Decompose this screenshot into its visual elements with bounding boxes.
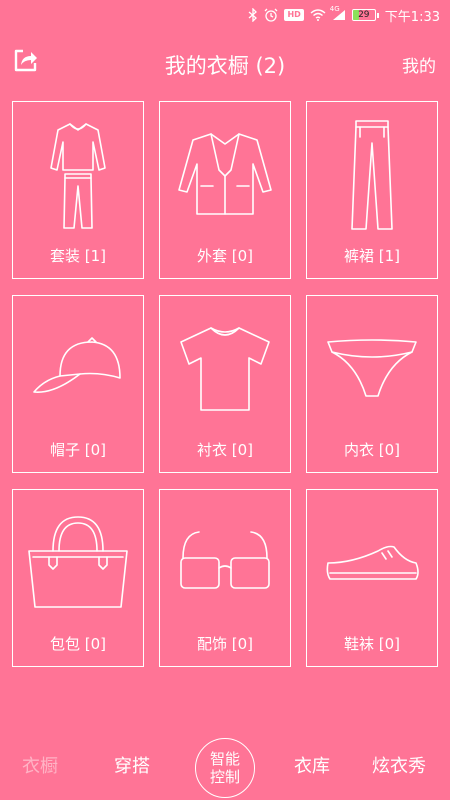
tab-outfit[interactable]: 穿搭 bbox=[114, 752, 150, 778]
header: 我的衣橱 (2) 我的 bbox=[0, 38, 450, 88]
category-card-cap[interactable]: 帽子 [0] bbox=[12, 295, 144, 473]
status-time: 下午1:33 bbox=[384, 9, 440, 25]
shoe-icon bbox=[326, 545, 419, 580]
tab-closet[interactable]: 衣库 bbox=[294, 752, 330, 778]
tshirt-icon bbox=[180, 327, 270, 411]
tab-show[interactable]: 炫衣秀 bbox=[372, 752, 426, 778]
wifi-icon bbox=[310, 9, 326, 21]
category-card-accessories[interactable]: 配饰 [0] bbox=[159, 489, 291, 667]
bottom-nav: 衣橱 穿搭 智能 控制 衣库 炫衣秀 bbox=[0, 730, 450, 800]
handbag-icon bbox=[28, 516, 128, 608]
category-label: 鞋袜 [0] bbox=[343, 635, 401, 653]
hd-icon: HD bbox=[284, 9, 304, 21]
smart-control-line1: 智能 bbox=[209, 750, 240, 768]
category-card-pants[interactable]: 裤裙 [1] bbox=[306, 101, 438, 279]
category-label: 帽子 [0] bbox=[49, 441, 107, 459]
signal-icon: 4G bbox=[330, 5, 346, 21]
category-label: 衬衣 [0] bbox=[196, 441, 254, 459]
bluetooth-icon bbox=[248, 8, 258, 22]
category-card-bag[interactable]: 包包 [0] bbox=[12, 489, 144, 667]
category-card-underwear[interactable]: 内衣 [0] bbox=[306, 295, 438, 473]
smart-control-line2: 控制 bbox=[209, 768, 240, 786]
category-card-shirt[interactable]: 衬衣 [0] bbox=[159, 295, 291, 473]
category-card-coat[interactable]: 外套 [0] bbox=[159, 101, 291, 279]
status-bar: HD 4G 29 下午1:33 bbox=[0, 0, 450, 30]
category-label: 裤裙 [1] bbox=[343, 247, 401, 265]
cap-icon bbox=[33, 337, 121, 393]
category-label: 套装 [1] bbox=[49, 247, 107, 265]
battery-icon: 29 bbox=[351, 9, 379, 21]
glasses-icon bbox=[180, 531, 270, 589]
smart-control-button[interactable]: 智能 控制 bbox=[195, 738, 255, 798]
tab-wardrobe[interactable]: 衣橱 bbox=[22, 752, 58, 778]
category-grid: 套装 [1] 外套 [0] 裤裙 [1] 帽子 [0] 衬衣 [0] 内衣 [0… bbox=[12, 101, 438, 667]
category-label: 包包 [0] bbox=[49, 635, 107, 653]
category-label: 配饰 [0] bbox=[196, 635, 254, 653]
battery-level: 29 bbox=[358, 10, 370, 20]
coat-icon bbox=[178, 133, 272, 215]
category-label: 内衣 [0] bbox=[343, 441, 401, 459]
mine-link[interactable]: 我的 bbox=[402, 52, 436, 77]
underwear-icon bbox=[327, 339, 417, 397]
suit-icon bbox=[50, 123, 106, 229]
category-card-shoes[interactable]: 鞋袜 [0] bbox=[306, 489, 438, 667]
category-label: 外套 [0] bbox=[196, 247, 254, 265]
alarm-icon bbox=[264, 8, 278, 22]
pants-icon bbox=[351, 120, 393, 230]
page-title: 我的衣橱 (2) bbox=[164, 54, 286, 78]
signal-label: 4G bbox=[329, 5, 340, 13]
category-card-suit[interactable]: 套装 [1] bbox=[12, 101, 144, 279]
